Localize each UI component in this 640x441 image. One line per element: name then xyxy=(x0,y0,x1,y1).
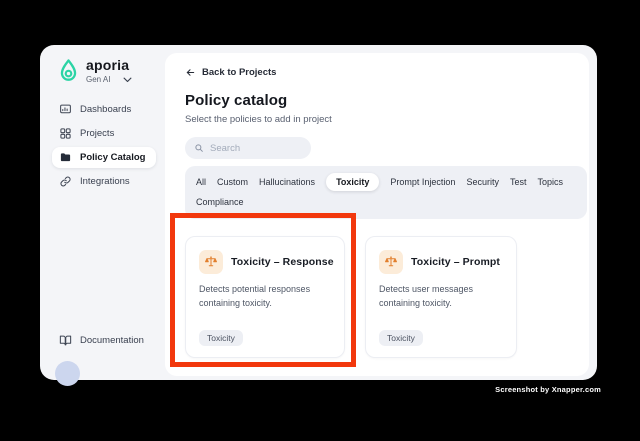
search-icon xyxy=(195,144,203,152)
workspace-name: Gen AI xyxy=(86,75,111,84)
filter-tab[interactable]: Test xyxy=(510,173,527,191)
sidebar-item-label: Integrations xyxy=(80,176,130,187)
filter-tab[interactable]: All xyxy=(196,173,206,191)
card-title: Toxicity – Response xyxy=(231,256,334,268)
dashboards-icon xyxy=(60,104,71,114)
sidebar-item-label: Dashboards xyxy=(80,104,132,115)
card-tag: Toxicity xyxy=(199,330,243,346)
sidebar-item-documentation[interactable]: Documentation xyxy=(59,334,144,347)
sidebar-item-label: Policy Catalog xyxy=(80,152,146,163)
card-title: Toxicity – Prompt xyxy=(411,256,501,268)
filter-tabs-row-2: Compliance xyxy=(196,192,576,212)
watermark-text: Screenshot by Xnapper.com xyxy=(495,385,601,394)
filter-tab[interactable]: Toxicity xyxy=(326,173,380,191)
policy-icon-badge xyxy=(379,250,403,274)
sidebar-nav: Dashboards Projects Policy Catalog Integ… xyxy=(40,99,165,192)
scales-icon xyxy=(385,256,397,267)
back-to-projects-link[interactable]: Back to Projects xyxy=(185,67,569,78)
page-subtitle: Select the policies to add in project xyxy=(185,114,332,125)
search-input[interactable] xyxy=(210,142,302,154)
policy-cards: Toxicity – Response Detects potential re… xyxy=(185,236,569,358)
back-arrow-icon xyxy=(186,69,195,76)
filter-tab[interactable]: Prompt Injection xyxy=(390,173,455,191)
back-link-label: Back to Projects xyxy=(202,67,277,78)
sidebar-item-integrations[interactable]: Integrations xyxy=(52,171,156,192)
avatar[interactable] xyxy=(55,361,80,386)
brand-name: aporia xyxy=(86,57,130,73)
sidebar-item-dashboards[interactable]: Dashboards xyxy=(52,99,156,120)
sidebar-item-projects[interactable]: Projects xyxy=(52,123,156,144)
folder-icon xyxy=(60,153,71,162)
brand: aporia Gen AI xyxy=(58,58,165,84)
filter-tabbar: All Custom Hallucinations Toxicity Prompt In… xyxy=(185,166,587,219)
book-icon xyxy=(59,335,72,346)
filter-tab[interactable]: Topics xyxy=(537,173,563,191)
filter-tab[interactable]: Security xyxy=(466,173,499,191)
page-title: Policy catalog xyxy=(185,92,288,109)
card-header: Toxicity – Prompt xyxy=(379,250,503,274)
search-box[interactable] xyxy=(185,137,311,159)
card-header: Toxicity – Response xyxy=(199,250,334,274)
sidebar: aporia Gen AI Dashboards Projects Policy… xyxy=(40,45,165,386)
sidebar-item-policy-catalog[interactable]: Policy Catalog xyxy=(52,147,156,168)
policy-icon-badge xyxy=(199,250,223,274)
sidebar-item-label: Projects xyxy=(80,128,115,139)
filter-tab[interactable]: Custom xyxy=(217,173,248,191)
scales-icon xyxy=(205,256,217,267)
filter-tab[interactable]: Compliance xyxy=(196,193,244,211)
policy-card-toxicity-prompt[interactable]: Toxicity – Prompt Detects user messages … xyxy=(365,236,517,358)
main-panel: Back to Projects Policy catalog Select t… xyxy=(165,53,589,376)
card-description: Detects potential responses containing t… xyxy=(199,284,311,308)
workspace-switcher[interactable]: Gen AI xyxy=(86,75,132,84)
filter-tab[interactable]: Hallucinations xyxy=(259,173,315,191)
card-tag: Toxicity xyxy=(379,330,423,346)
aporia-logo-icon xyxy=(60,59,77,81)
policy-card-toxicity-response[interactable]: Toxicity – Response Detects potential re… xyxy=(185,236,345,358)
projects-grid-icon xyxy=(60,128,71,139)
link-icon xyxy=(60,176,71,187)
sidebar-item-label: Documentation xyxy=(80,335,144,346)
filter-tabs-row-1: All Custom Hallucinations Toxicity Prompt In… xyxy=(196,172,576,192)
app-window: aporia Gen AI Dashboards Projects Policy… xyxy=(40,45,597,386)
chevron-down-icon xyxy=(123,77,132,82)
card-description: Detects user messages containing toxicit… xyxy=(379,284,474,308)
